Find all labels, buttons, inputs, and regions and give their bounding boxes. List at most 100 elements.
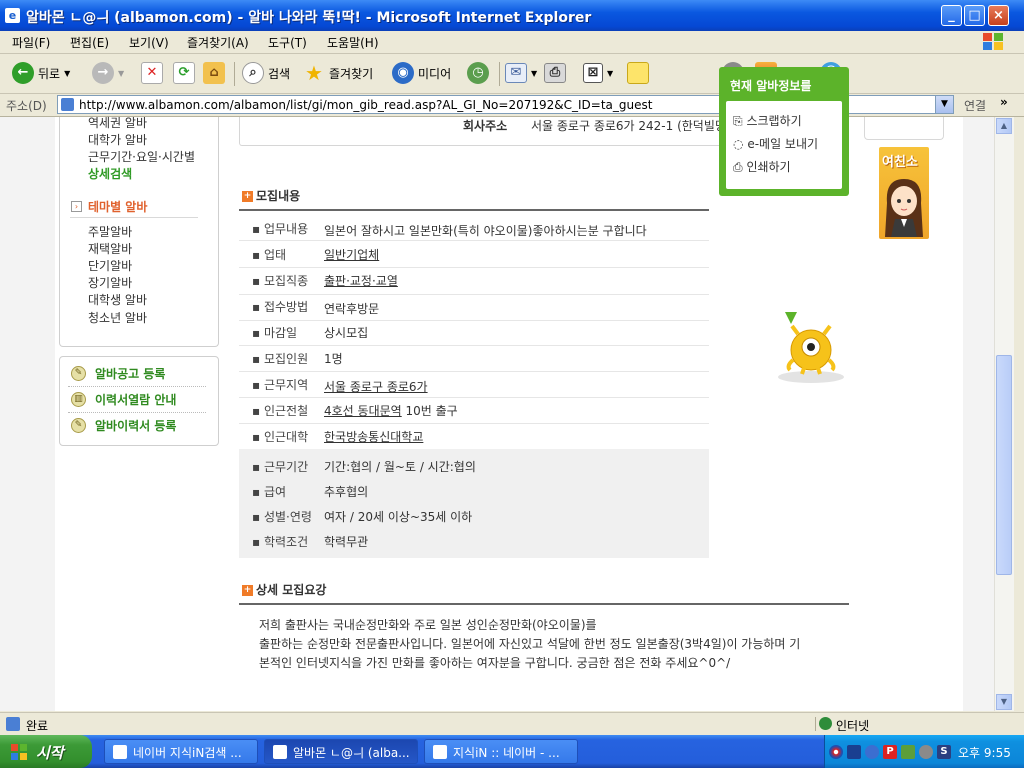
- back-tray-icon[interactable]: [865, 745, 879, 759]
- nav-theme-home[interactable]: 재택알바: [88, 240, 132, 257]
- taskbar-task-naver-search[interactable]: 네이버 지식iN검색 ...: [104, 739, 258, 764]
- email-link[interactable]: ◌ e-메일 보내기: [733, 135, 818, 152]
- scroll-down-button[interactable]: ▼: [996, 694, 1012, 710]
- maximize-icon: □: [968, 8, 981, 23]
- detail-section-title: 상세 모집요강: [256, 583, 327, 597]
- start-label: 시작: [36, 744, 64, 762]
- taskbar-task-albamon[interactable]: 알바몬 ㄴ@ㅢ (alba...: [264, 739, 418, 764]
- favorites-button[interactable]: ★ 즐겨찾기: [303, 60, 373, 86]
- minimize-button[interactable]: _: [941, 5, 962, 26]
- business-type-link[interactable]: 일반기업체: [324, 246, 379, 263]
- star-icon: ★: [305, 61, 323, 85]
- ime-icon[interactable]: [847, 745, 861, 759]
- s-app-icon[interactable]: S: [937, 745, 951, 759]
- stop-icon: ✕: [141, 62, 163, 84]
- right-box: [864, 117, 944, 140]
- recruit-value: 1명: [324, 352, 343, 366]
- network-icon[interactable]: [901, 745, 915, 759]
- section-plus-icon: +: [242, 585, 253, 596]
- side-banner[interactable]: 여친소: [879, 147, 929, 239]
- mail-icon: ✉: [505, 63, 527, 83]
- forward-arrow-icon: →: [92, 62, 114, 84]
- volume-icon[interactable]: [919, 745, 933, 759]
- scroll-up-button[interactable]: ▲: [996, 118, 1012, 134]
- media-button[interactable]: ◉ 미디어: [392, 60, 451, 86]
- print-icon: ⎙: [544, 63, 566, 83]
- search-button[interactable]: ⌕ 검색: [242, 60, 290, 86]
- register-job-link[interactable]: 알바공고 등록: [95, 365, 165, 382]
- edit-button[interactable]: ⊠ ▼: [583, 60, 613, 86]
- work-area-link[interactable]: 서울 종로구 종로6가: [324, 378, 428, 395]
- detail-line: 저희 출판사는 국내순정만화와 주로 일본 성인순정만화(야오이물)를: [259, 618, 597, 632]
- nav-campus-alba[interactable]: 대학가 알바: [88, 131, 147, 148]
- address-url: http://www.albamon.com/albamon/list/gi/m…: [79, 98, 653, 112]
- media-globe-icon: ◉: [392, 62, 414, 84]
- pencil-icon: ✎: [71, 366, 86, 381]
- toolbar-overflow-button[interactable]: »: [1000, 95, 1008, 109]
- print-icon: ⎙: [733, 160, 743, 174]
- note-button[interactable]: [627, 60, 649, 86]
- minimize-icon: _: [948, 8, 955, 23]
- condition-label: ▪ 성별·연령: [252, 510, 312, 524]
- nav-theme-short[interactable]: 단기알바: [88, 257, 132, 274]
- stop-button[interactable]: ✕: [141, 60, 163, 86]
- nearby-university-link[interactable]: 한국방송통신대학교: [324, 428, 423, 445]
- register-resume-link[interactable]: 알바이력서 등록: [95, 417, 176, 434]
- chevron-down-icon: ▼: [1000, 697, 1008, 706]
- condition-value: 학력무관: [324, 535, 369, 549]
- menu-help[interactable]: 도움말(H): [327, 34, 379, 51]
- nav-theme-heading[interactable]: 테마별 알바: [88, 198, 147, 215]
- nav-theme-teen[interactable]: 청소년 알바: [88, 309, 147, 326]
- vertical-scrollbar[interactable]: ▲ ▼: [994, 117, 1014, 711]
- chevron-down-icon: ▼: [118, 68, 125, 78]
- chevron-down-icon: ▼: [64, 68, 71, 78]
- subway-station-link[interactable]: 4호선 동대문역: [324, 404, 402, 418]
- menu-favorites[interactable]: 즐겨찾기(A): [187, 34, 249, 51]
- nav-theme-weekend[interactable]: 주말알바: [88, 223, 132, 240]
- maximize-button[interactable]: □: [964, 5, 985, 26]
- address-label: 주소(D): [6, 99, 47, 113]
- security-zone-text: 인터넷: [836, 719, 870, 733]
- edit-icon: ⊠: [583, 63, 603, 83]
- ie-icon: [113, 745, 127, 759]
- home-button[interactable]: ⌂: [203, 60, 225, 86]
- theme-bullet-icon: ›: [71, 201, 82, 212]
- start-button[interactable]: 시작: [0, 735, 92, 768]
- refresh-button[interactable]: ⟳: [173, 60, 195, 86]
- resume-view-link[interactable]: 이력서열람 안내: [95, 391, 176, 408]
- language-icon[interactable]: [829, 745, 843, 759]
- company-address-label: 회사주소: [463, 119, 508, 133]
- nav-detail-search[interactable]: 상세검색: [88, 165, 132, 182]
- scrap-link[interactable]: ⎘ 스크랩하기: [733, 112, 802, 129]
- chevron-down-icon: ▼: [531, 68, 538, 78]
- recruit-label: ▪ 업무내용: [252, 222, 309, 236]
- menu-tools[interactable]: 도구(T): [268, 34, 307, 51]
- menu-file[interactable]: 파일(F): [12, 34, 50, 51]
- close-button[interactable]: ×: [988, 5, 1009, 26]
- menu-view[interactable]: 보기(V): [129, 34, 169, 51]
- favorites-label: 즐겨찾기: [329, 66, 374, 81]
- menu-edit[interactable]: 편집(E): [70, 34, 109, 51]
- task-label: 지식iN :: 네이버 - ...: [453, 746, 560, 760]
- print-button[interactable]: ⎙: [544, 60, 566, 86]
- scroll-thumb[interactable]: [996, 355, 1012, 575]
- recruit-value: 일본어 잘하시고 일본만화(특히 야오이물)좋아하시는분 구합니다: [324, 224, 647, 238]
- detail-line: 본적인 인터넷지식을 가진 만화를 좋아하는 여자분을 구합니다. 궁금한 점은…: [259, 656, 731, 670]
- history-button[interactable]: ◷: [467, 60, 489, 86]
- taskbar-task-naver-jisik[interactable]: 지식iN :: 네이버 - ...: [424, 739, 578, 764]
- back-button[interactable]: ← 뒤로 ▼: [12, 60, 70, 86]
- job-category-link[interactable]: 출판·교정·교열: [324, 272, 398, 289]
- mail-button[interactable]: ✉ ▼: [505, 60, 537, 86]
- nav-station-alba[interactable]: 역세권 알바: [88, 114, 147, 131]
- go-button[interactable]: 연결: [964, 97, 986, 114]
- print-link[interactable]: ⎙ 인쇄하기: [733, 158, 791, 175]
- nav-period-alba[interactable]: 근무기간·요일·시간별: [88, 148, 195, 165]
- nav-theme-long[interactable]: 장기알바: [88, 274, 132, 291]
- recruit-label: ▪ 모집직종: [252, 274, 309, 288]
- nav-theme-university[interactable]: 대학생 알바: [88, 291, 147, 308]
- p-app-icon[interactable]: P: [883, 745, 897, 759]
- address-dropdown-button[interactable]: ▼: [935, 96, 953, 113]
- system-tray: P S 오후 9:55: [824, 735, 1024, 768]
- search-label: 검색: [268, 66, 291, 81]
- forward-button[interactable]: → ▼: [92, 60, 124, 86]
